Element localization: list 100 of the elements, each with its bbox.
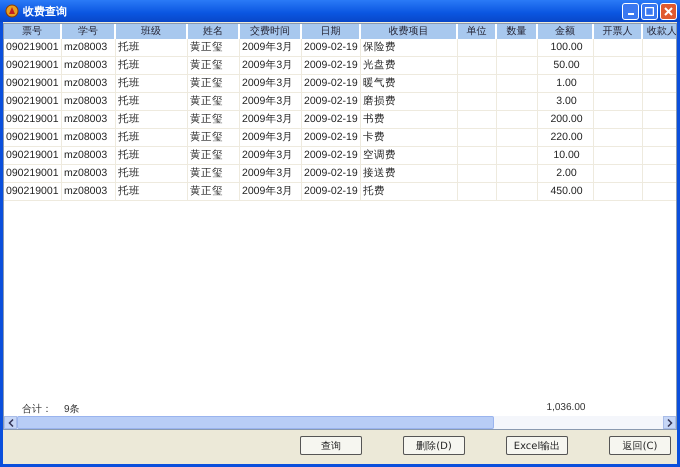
table-cell: 090219001 [4, 129, 62, 146]
close-button[interactable] [660, 2, 677, 20]
column-header[interactable]: 收费项目 [361, 24, 458, 39]
table-cell: 2009-02-19 [302, 57, 361, 74]
table-cell: 2009年3月 [240, 75, 302, 92]
table-cell: 220.00 [538, 129, 594, 146]
table-cell: 090219001 [4, 39, 62, 56]
close-icon [664, 6, 673, 16]
table-cell: 黄正玺 [188, 165, 240, 182]
table-cell: 2009-02-19 [302, 183, 361, 200]
table-cell: 090219001 [4, 111, 62, 128]
scroll-right-button[interactable] [663, 416, 676, 429]
table-cell: mz08003 [62, 93, 116, 110]
table-cell: 2009年3月 [240, 57, 302, 74]
table-cell: 50.00 [538, 57, 594, 74]
table-cell: 托班 [116, 165, 188, 182]
table-cell: 2.00 [538, 165, 594, 182]
table-cell: 3.00 [538, 93, 594, 110]
table-cell: 黄正玺 [188, 129, 240, 146]
table-cell: mz08003 [62, 39, 116, 56]
table-cell: mz08003 [62, 75, 116, 92]
column-header[interactable]: 学号 [62, 24, 116, 39]
table-cell: 托班 [116, 183, 188, 200]
table-cell: 托班 [116, 111, 188, 128]
maximize-button[interactable] [641, 2, 658, 20]
table-cell: 书费 [361, 111, 458, 128]
table-cell: 450.00 [538, 183, 594, 200]
table-cell: 卡费 [361, 129, 458, 146]
action-button[interactable]: 返回(C) [609, 436, 671, 455]
minimize-icon [628, 13, 634, 15]
table-cell: 黄正玺 [188, 93, 240, 110]
table-cell: 托班 [116, 57, 188, 74]
column-header[interactable]: 单位 [458, 24, 497, 39]
table-cell: 2009年3月 [240, 93, 302, 110]
scroll-left-button[interactable] [4, 416, 17, 429]
table-cell: mz08003 [62, 147, 116, 164]
table-cell: 2009年3月 [240, 165, 302, 182]
table-cell: 090219001 [4, 147, 62, 164]
column-header[interactable]: 票号 [4, 24, 62, 39]
table-cell: mz08003 [62, 111, 116, 128]
table-cell: 磨损费 [361, 93, 458, 110]
total-amount: 1,036.00 [546, 402, 586, 415]
chevron-right-icon [666, 418, 672, 426]
table-cell: 接送费 [361, 165, 458, 182]
table-cell: 保险费 [361, 39, 458, 56]
column-header[interactable]: 日期 [302, 24, 361, 39]
app-icon [5, 4, 19, 18]
table-cell: 黄正玺 [188, 147, 240, 164]
table-cell: 090219001 [4, 75, 62, 92]
table-cell: 200.00 [538, 111, 594, 128]
table-cell: 托班 [116, 147, 188, 164]
action-button[interactable]: 删除(D) [403, 436, 465, 455]
table-cell: 2009-02-19 [302, 39, 361, 56]
table-cell: 黄正玺 [188, 111, 240, 128]
table-cell: 2009年3月 [240, 129, 302, 146]
chevron-left-icon [8, 418, 14, 426]
action-button[interactable]: 查询 [300, 436, 362, 455]
table-cell: 托费 [361, 183, 458, 200]
column-header[interactable]: 开票人 [594, 24, 643, 39]
column-header[interactable]: 班级 [116, 24, 188, 39]
table-cell: 托班 [116, 93, 188, 110]
table-cell: 黄正玺 [188, 183, 240, 200]
table-cell: 2009-02-19 [302, 75, 361, 92]
window-title: 收费查询 [23, 4, 67, 18]
column-header[interactable]: 数量 [497, 24, 538, 39]
maximize-icon [645, 6, 654, 16]
table-cell: 100.00 [538, 39, 594, 56]
total-label: 合计： [21, 402, 53, 416]
table-cell: 2009年3月 [240, 39, 302, 56]
table-cell: 空调费 [361, 147, 458, 164]
table-cell: 托班 [116, 129, 188, 146]
table-cell: 2009-02-19 [302, 93, 361, 110]
table-cell: 黄正玺 [188, 39, 240, 56]
table-cell: 10.00 [538, 147, 594, 164]
column-header[interactable]: 姓名 [188, 24, 240, 39]
table-cell: 黄正玺 [188, 75, 240, 92]
horizontal-scrollbar[interactable] [4, 416, 676, 429]
table-cell: 2009-02-19 [302, 165, 361, 182]
table-cell: 2009年3月 [240, 147, 302, 164]
column-header[interactable]: 金额 [538, 24, 594, 39]
table-cell: 2009年3月 [240, 183, 302, 200]
table-cell: mz08003 [62, 57, 116, 74]
table-cell: 2009-02-19 [302, 129, 361, 146]
table-cell: 090219001 [4, 93, 62, 110]
action-button[interactable]: Excel输出 [506, 436, 568, 455]
column-header[interactable]: 交费时间 [240, 24, 302, 39]
table-cell: 090219001 [4, 165, 62, 182]
table-cell: 暖气费 [361, 75, 458, 92]
table-cell: 090219001 [4, 57, 62, 74]
table-cell: mz08003 [62, 165, 116, 182]
total-count: 9条 [63, 403, 81, 416]
table-cell: 托班 [116, 75, 188, 92]
table-cell: mz08003 [62, 183, 116, 200]
table-cell: 2009-02-19 [302, 111, 361, 128]
scrollbar-thumb[interactable] [17, 416, 494, 429]
table-cell: mz08003 [62, 129, 116, 146]
minimize-button[interactable] [622, 2, 639, 20]
table-cell: 1.00 [538, 75, 594, 92]
table-cell: 黄正玺 [188, 57, 240, 74]
table-cell: 090219001 [4, 183, 62, 200]
